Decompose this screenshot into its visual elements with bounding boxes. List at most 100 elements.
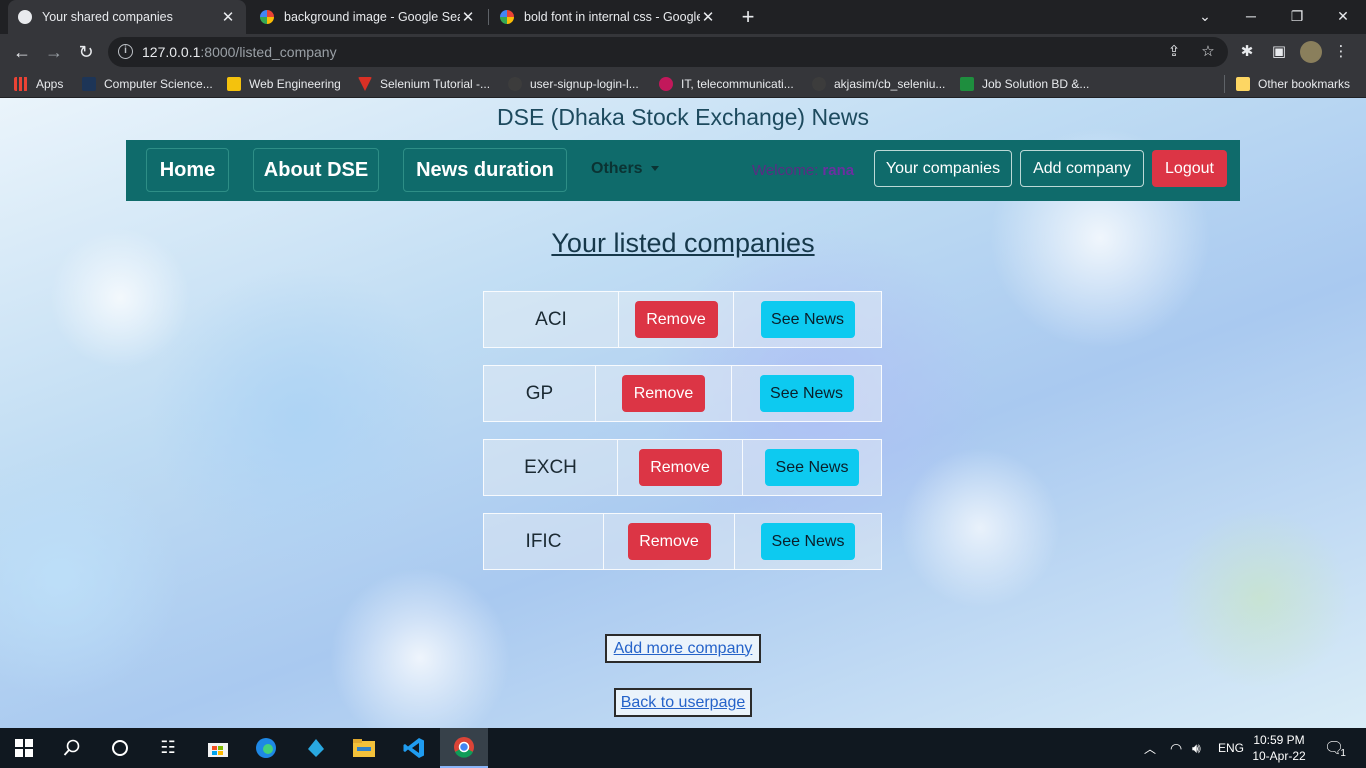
remove-button[interactable]: Remove xyxy=(627,523,711,560)
others-label: Others xyxy=(591,160,643,177)
bookmark-label: Selenium Tutorial -... xyxy=(380,77,491,91)
bookmark-label: akjasim/cb_seleniu... xyxy=(834,77,946,91)
tab-background-image[interactable]: background image - Google Sear ✕ xyxy=(250,0,486,34)
vscode-icon[interactable] xyxy=(390,728,438,768)
close-tab-icon[interactable]: ✕ xyxy=(220,8,236,26)
see-news-button[interactable]: See News xyxy=(765,449,859,486)
nav-news-duration-link[interactable]: News duration xyxy=(403,148,567,192)
folder-icon xyxy=(1236,77,1250,91)
nav-about-dse-link[interactable]: About DSE xyxy=(253,148,379,192)
close-window-button[interactable]: ✕ xyxy=(1320,0,1366,34)
app-icon[interactable] xyxy=(292,728,340,768)
bookmark-computer-science[interactable]: Computer Science... xyxy=(82,75,213,93)
github-icon xyxy=(812,77,826,91)
reload-icon[interactable]: ↻ xyxy=(73,39,99,65)
company-row: ACI Remove See News xyxy=(483,291,882,348)
bookmark-apps[interactable]: Apps xyxy=(14,75,63,93)
show-hidden-icons-chevron-icon[interactable]: ︿ xyxy=(1144,728,1156,768)
address-bar[interactable]: i 127.0.0.1:8000/listed_company ⇪ ☆ xyxy=(108,37,1228,67)
bookmark-favicon-icon xyxy=(960,77,974,91)
bookmark-star-icon[interactable]: ☆ xyxy=(1197,41,1219,63)
logout-button[interactable]: Logout xyxy=(1152,150,1227,187)
windows-start-icon[interactable] xyxy=(0,728,48,768)
bookmark-web-engineering[interactable]: Web Engineering xyxy=(227,75,341,93)
close-tab-icon[interactable]: ✕ xyxy=(700,8,716,26)
news-cell: See News xyxy=(732,366,881,421)
taskbar-clock[interactable]: 10:59 PM 10-Apr-22 xyxy=(1248,732,1310,764)
blue-app-icon xyxy=(308,739,324,757)
bookmark-label: user-signup-login-l... xyxy=(530,77,639,91)
edge-logo-icon xyxy=(256,738,276,758)
username: rana xyxy=(822,162,855,179)
tab-separator xyxy=(488,9,489,25)
back-to-userpage-link[interactable]: Back to userpage xyxy=(614,688,752,717)
chrome-menu-icon[interactable]: ⋮ xyxy=(1330,41,1352,63)
file-explorer-icon[interactable] xyxy=(340,728,388,768)
task-view-icon[interactable]: ☷ xyxy=(144,728,192,768)
minimize-button[interactable]: ─ xyxy=(1228,0,1274,34)
company-name: IFIC xyxy=(525,530,562,552)
bookmark-label: Computer Science... xyxy=(104,77,213,91)
bookmarks-bar: Apps Computer Science... Web Engineering… xyxy=(0,70,1366,98)
bookmark-job-solution[interactable]: Job Solution BD &... xyxy=(960,75,1089,93)
welcome-label: Welcome: xyxy=(752,162,819,179)
bookmark-label: Web Engineering xyxy=(249,77,341,91)
clock-time: 10:59 PM xyxy=(1253,733,1305,747)
back-arrow-icon[interactable]: ← xyxy=(9,39,35,65)
your-companies-button[interactable]: Your companies xyxy=(874,150,1012,187)
bookmark-user-signup[interactable]: user-signup-login-l... xyxy=(508,75,639,93)
side-panel-icon[interactable]: ▣ xyxy=(1268,41,1290,63)
profile-avatar[interactable] xyxy=(1300,41,1322,63)
bookmark-favicon-icon xyxy=(358,77,372,91)
share-icon[interactable]: ⇪ xyxy=(1163,41,1185,63)
apps-grid-icon xyxy=(14,77,28,91)
forward-arrow-icon[interactable]: → xyxy=(41,39,67,65)
tab-your-shared-companies[interactable]: Your shared companies ✕ xyxy=(8,0,246,34)
bookmark-akjasim[interactable]: akjasim/cb_seleniu... xyxy=(812,75,945,93)
remove-button[interactable]: Remove xyxy=(638,449,722,486)
bookmark-label: Other bookmarks xyxy=(1258,77,1351,91)
page-viewport: DSE (Dhaka Stock Exchange) News Home Abo… xyxy=(0,98,1366,728)
bookmark-selenium-tutorial[interactable]: Selenium Tutorial -... xyxy=(358,75,490,93)
close-tab-icon[interactable]: ✕ xyxy=(460,8,476,26)
bookmark-label: Job Solution BD &... xyxy=(982,77,1090,91)
notification-center-icon[interactable]: 🗨︎ 1 xyxy=(1324,728,1346,768)
news-cell: See News xyxy=(743,440,881,495)
company-name-cell: EXCH xyxy=(484,440,618,495)
github-icon xyxy=(508,77,522,91)
see-news-button[interactable]: See News xyxy=(759,375,854,412)
welcome-text: Welcome: rana xyxy=(752,162,854,179)
tab-bold-font[interactable]: bold font in internal css - Google ✕ xyxy=(490,0,726,34)
volume-icon[interactable]: 🔊︎ xyxy=(1192,728,1201,768)
search-icon[interactable] xyxy=(48,728,96,768)
other-bookmarks[interactable]: Other bookmarks xyxy=(1236,75,1350,93)
edge-icon[interactable] xyxy=(242,728,290,768)
wifi-icon[interactable]: ◠ xyxy=(1170,728,1182,768)
microsoft-store-icon[interactable] xyxy=(194,728,242,768)
restore-button[interactable]: ❐ xyxy=(1274,0,1320,34)
remove-button[interactable]: Remove xyxy=(622,375,705,412)
cortana-icon[interactable] xyxy=(96,728,144,768)
chrome-taskbar-icon[interactable] xyxy=(440,728,488,768)
site-info-icon[interactable]: i xyxy=(118,44,133,59)
extensions-puzzle-icon[interactable]: ✱ xyxy=(1236,41,1258,63)
new-tab-button[interactable]: + xyxy=(737,4,759,30)
add-more-company-link[interactable]: Add more company xyxy=(605,634,761,663)
add-company-button[interactable]: Add company xyxy=(1020,150,1144,187)
browser-toolbar: ← → ↻ i 127.0.0.1:8000/listed_company ⇪ … xyxy=(0,34,1366,70)
tab-title: Your shared companies xyxy=(42,10,173,24)
tab-search-icon[interactable]: ⌄ xyxy=(1182,0,1228,34)
windows-taskbar: ☷ ︿ ◠ 🔊︎ ENG 10:59 PM 10-Apr-22 🗨︎ 1 xyxy=(0,728,1366,768)
see-news-button[interactable]: See News xyxy=(761,523,855,560)
windows-logo-icon xyxy=(15,739,33,757)
company-name: ACI xyxy=(535,308,567,330)
bookmark-label: IT, telecommunicati... xyxy=(681,77,794,91)
remove-cell: Remove xyxy=(618,440,743,495)
bookmark-it-telecommunication[interactable]: IT, telecommunicati... xyxy=(659,75,794,93)
language-indicator[interactable]: ENG xyxy=(1218,728,1244,768)
nav-others-dropdown[interactable]: Others xyxy=(591,160,659,178)
see-news-button[interactable]: See News xyxy=(760,301,855,338)
remove-button[interactable]: Remove xyxy=(634,301,718,338)
magnifier-icon xyxy=(63,739,80,756)
nav-home-link[interactable]: Home xyxy=(146,148,229,192)
